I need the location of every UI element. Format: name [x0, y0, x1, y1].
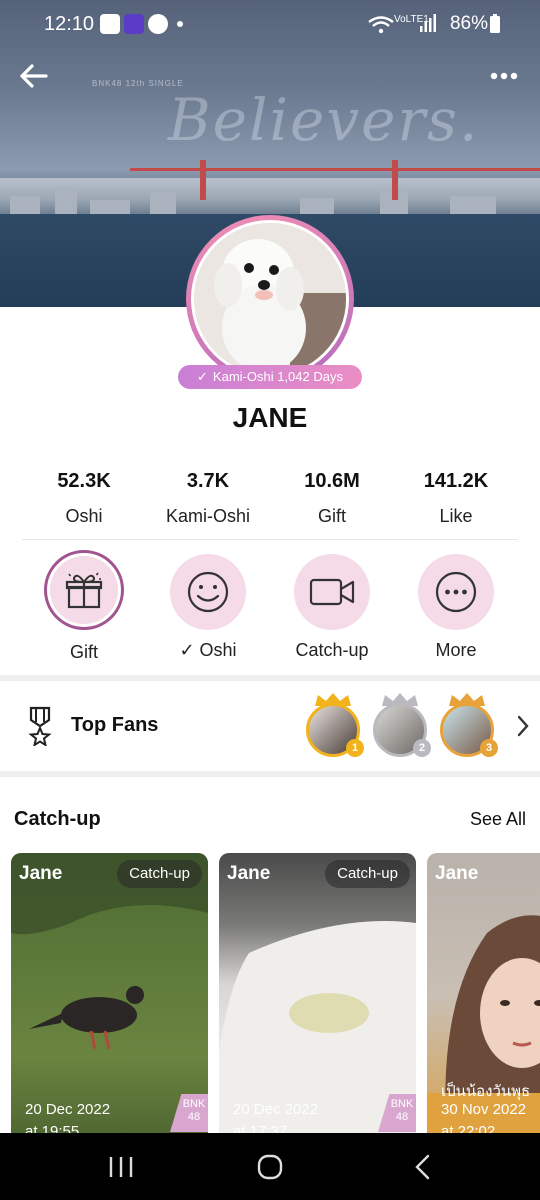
catch-up-carousel[interactable]: Jane Catch-up 20 Dec 2022 at 19:55 BNK 4… [11, 853, 540, 1133]
see-all-link[interactable]: See All [470, 809, 526, 830]
card-time: at 19:55 [25, 1123, 80, 1133]
cover-bridge [130, 168, 540, 182]
arrow-left-icon [20, 64, 48, 88]
gift-icon [65, 572, 103, 609]
pillow-photo-illustration [219, 921, 416, 1133]
card-time: at 22:02 [441, 1123, 496, 1133]
catch-up-button-label: Catch-up [295, 640, 369, 660]
battery-percent: 86% [449, 13, 488, 34]
top-fan-1[interactable]: 1 [304, 693, 364, 759]
signal-icon [420, 14, 436, 32]
kami-oshi-badge-text: Kami-Oshi 1,042 Days [212, 369, 343, 384]
more-button[interactable]: More [394, 550, 518, 661]
catch-up-card[interactable]: Jane เป็นน้องวันพุธ 30 Nov 2022 at 22:02 [427, 853, 540, 1133]
catch-up-header: Catch-up See All [0, 806, 540, 836]
top-fan-3[interactable]: 3 [438, 693, 498, 759]
network-label: VoLTE1 [394, 14, 429, 25]
stat-oshi[interactable]: 52.3K Oshi [22, 470, 146, 527]
stat-like[interactable]: 141.2K Like [394, 470, 518, 527]
gift-button[interactable]: Gift [22, 550, 146, 663]
rank-badge: 2 [413, 739, 431, 757]
check-icon: ✓ [197, 369, 208, 384]
bird-photo-illustration [11, 853, 208, 1050]
section-divider [0, 771, 540, 777]
stat-label: Like [439, 506, 473, 526]
cover-cityscape [0, 178, 540, 214]
back-button[interactable] [16, 58, 52, 94]
wifi-icon [368, 16, 394, 34]
card-member-name: Jane [435, 863, 479, 884]
card-member-name: Jane [227, 863, 271, 884]
status-time: 12:10 [44, 13, 95, 35]
catch-up-button[interactable]: Catch-up [270, 550, 394, 661]
line-notification-icon [148, 14, 168, 34]
more-options-button[interactable] [486, 58, 522, 94]
back-nav-icon[interactable] [408, 1153, 438, 1181]
gift-button-label: Gift [69, 642, 98, 662]
stats-row: 52.3K Oshi 3.7K Kami-Oshi 10.6M Gift 141… [22, 470, 518, 540]
more-dots-icon [435, 571, 477, 613]
stat-gift[interactable]: 10.6M Gift [270, 470, 394, 527]
top-fans-title: Top Fans [71, 714, 159, 736]
card-date: 20 Dec 2022 [233, 1101, 319, 1118]
profile-name: JANE [232, 402, 308, 433]
video-camera-icon [309, 578, 355, 606]
stat-value: 141.2K [423, 470, 489, 492]
rank-badge: 1 [346, 739, 364, 757]
stat-kami-oshi[interactable]: 3.7K Kami-Oshi [146, 470, 270, 527]
card-date: 30 Nov 2022 [441, 1101, 527, 1118]
rank-badge: 3 [480, 739, 498, 757]
card-tag: Catch-up [325, 860, 410, 888]
kami-oshi-badge: ✓ Kami-Oshi 1,042 Days [178, 365, 362, 389]
smile-icon [187, 571, 229, 613]
card-caption: เป็นน้องวันพุธ [441, 1083, 531, 1100]
catch-up-card[interactable]: Jane Catch-up 20 Dec 2022 at 17:37 BNK 4… [219, 853, 416, 1133]
more-dots-icon [490, 72, 518, 80]
home-icon[interactable] [255, 1153, 285, 1181]
gallery-notification-icon [100, 14, 120, 34]
stat-value: 10.6M [304, 470, 360, 492]
card-time: at 17:37 [233, 1123, 288, 1133]
top-fan-2[interactable]: 2 [371, 693, 431, 759]
recent-apps-icon[interactable] [106, 1153, 136, 1181]
card-tag: Catch-up [117, 860, 202, 888]
avatar[interactable] [186, 215, 354, 383]
top-navigation [0, 50, 540, 98]
medal-icon [28, 706, 52, 746]
oshi-button[interactable]: ✓ Oshi [146, 550, 270, 661]
oshi-button-label: ✓ Oshi [179, 640, 237, 660]
stat-value: 3.7K [186, 470, 230, 492]
top-fans-section[interactable]: Top Fans 1 2 3 [0, 681, 540, 771]
action-buttons-row: Gift ✓ Oshi Catch-up More [22, 550, 518, 670]
more-button-label: More [435, 640, 477, 660]
chevron-right-icon[interactable] [514, 713, 532, 739]
catch-up-card[interactable]: Jane Catch-up 20 Dec 2022 at 19:55 BNK 4… [11, 853, 208, 1133]
battery-icon [490, 14, 500, 33]
card-member-name: Jane [19, 863, 63, 884]
card-date: 20 Dec 2022 [25, 1101, 111, 1118]
catch-up-title: Catch-up [14, 808, 101, 830]
stat-label: Kami-Oshi [165, 506, 250, 526]
stat-value: 52.3K [57, 470, 111, 492]
dog-photo-illustration [194, 223, 346, 375]
avatar-photo [194, 223, 346, 375]
status-bar: 12:10 VoLTE1 86% [0, 0, 540, 48]
stat-label: Gift [317, 506, 346, 526]
system-navigation-bar [0, 1133, 540, 1200]
app-notification-icon [124, 14, 144, 34]
notification-dot-icon [177, 21, 183, 27]
stat-label: Oshi [65, 506, 103, 526]
